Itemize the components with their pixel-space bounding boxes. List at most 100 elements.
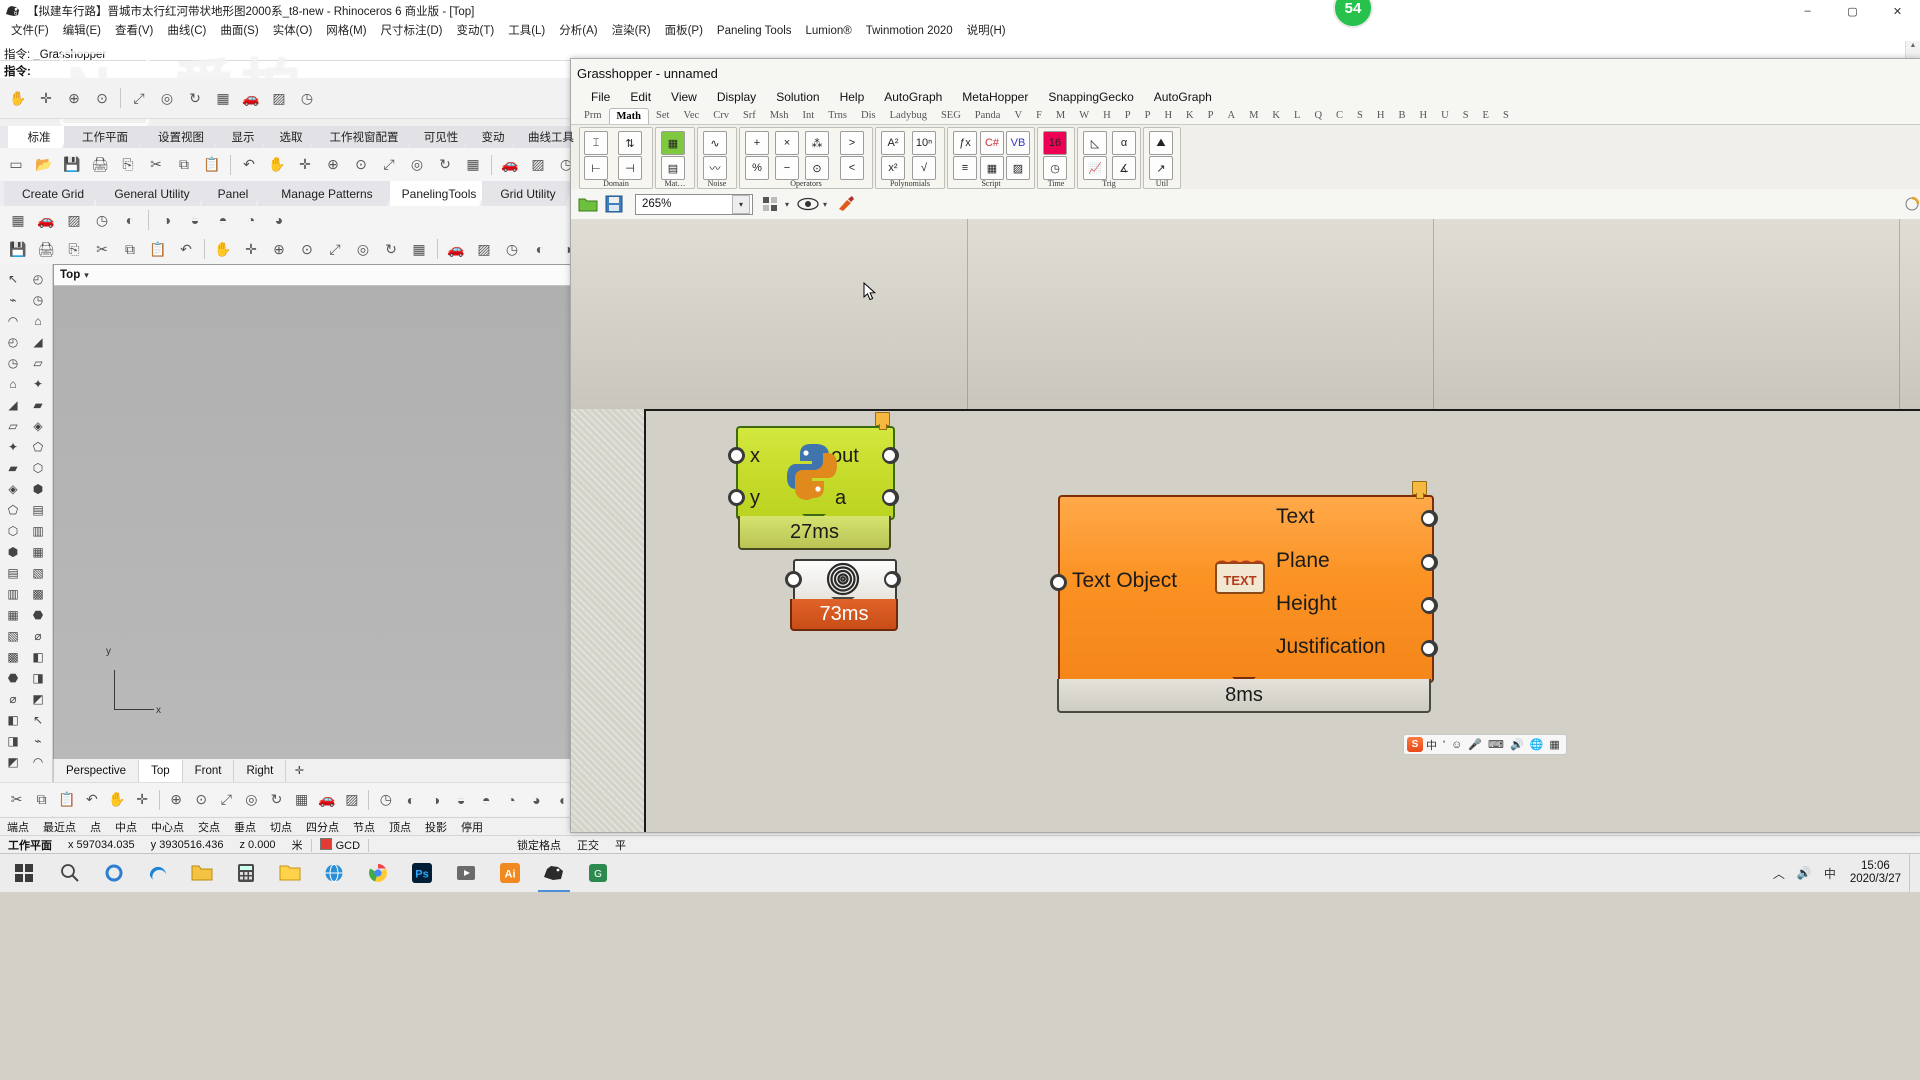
rh-tb2-icon-16[interactable]: ▦: [461, 153, 485, 177]
rh-tb2-icon-18[interactable]: ▨: [526, 153, 550, 177]
gh-tab-Prm-0[interactable]: Prm: [577, 108, 609, 124]
left-toolbar-ltbA-icon-6[interactable]: ◢: [2, 394, 24, 415]
python-script-component[interactable]: x y out a 27ms: [728, 412, 899, 550]
output-port-plane[interactable]: [1421, 554, 1438, 571]
gh-tab-Ladybug-10[interactable]: Ladybug: [883, 108, 934, 124]
rh-tb5-icon-20[interactable]: ◕: [526, 788, 547, 812]
fit-view-icon[interactable]: [759, 193, 781, 215]
rh-tb5-icon-16[interactable]: ◑: [426, 788, 447, 812]
rhino-tab-0[interactable]: 标准: [8, 126, 70, 148]
paint-preview-icon[interactable]: [835, 193, 857, 215]
rh-tb2-icon-6[interactable]: ⧉: [172, 153, 196, 177]
rh-tb2-icon-4[interactable]: ⎘: [116, 153, 140, 177]
rh-tb3-icon-5[interactable]: ◑: [155, 208, 179, 232]
rh-tb2-icon-1[interactable]: 📂: [32, 153, 56, 177]
gh-menu-9[interactable]: AutoGraph: [1144, 90, 1222, 104]
viewport-tab-0[interactable]: Perspective: [54, 759, 140, 782]
gh-tab-SEG-11[interactable]: SEG: [934, 108, 968, 124]
left-toolbar-ltbA-icon-11[interactable]: ⬠: [2, 499, 24, 520]
minimize-button[interactable]: –: [1785, 0, 1830, 22]
rh-tb4-icon-8[interactable]: ✛: [239, 237, 263, 261]
left-toolbar-ltbA-icon-18[interactable]: ▩: [2, 646, 24, 667]
rh-tb3-icon-3[interactable]: ◷: [90, 208, 114, 232]
rh-tb2-icon-7[interactable]: 📋: [200, 153, 224, 177]
left-toolbar-ltbA-icon-15[interactable]: ▥: [2, 583, 24, 604]
left-toolbar-ltbB-icon-20[interactable]: ◩: [27, 688, 49, 709]
gh-menu-8[interactable]: SnappingGecko: [1038, 90, 1143, 104]
rh-tb3-icon-9[interactable]: ◕: [267, 208, 291, 232]
zoom-level-combobox[interactable]: 265% ▾: [635, 193, 753, 215]
rh-tb5-icon-15[interactable]: ◐: [400, 788, 421, 812]
osnap-2[interactable]: 点: [83, 819, 108, 835]
ribbon-group-1-button-1[interactable]: ▤: [661, 156, 685, 180]
rhino-menu-7[interactable]: 尺寸标注(D): [374, 22, 450, 41]
left-toolbar-ltbA-icon-19[interactable]: ⬣: [2, 667, 24, 688]
edge-icon[interactable]: [136, 854, 180, 892]
left-toolbar-ltbA-icon-1[interactable]: ⌁: [2, 289, 24, 310]
paneling-tab-4[interactable]: PanelingTools: [390, 181, 488, 206]
rh-tb3-icon-2[interactable]: ▨: [62, 208, 86, 232]
gh-tab-S-29[interactable]: S: [1350, 108, 1370, 124]
ribbon-group-4-button-1[interactable]: 10ⁿ: [912, 131, 936, 155]
rh-tb4-icon-13[interactable]: ↻: [379, 237, 403, 261]
osnap-9[interactable]: 节点: [346, 819, 382, 835]
left-toolbar-ltbA-icon-12[interactable]: ⬡: [2, 520, 24, 541]
gh-tab-K-25[interactable]: K: [1265, 108, 1287, 124]
gh-tab-L-26[interactable]: L: [1287, 108, 1307, 124]
app-icon[interactable]: G: [576, 854, 620, 892]
rh-tb1-icon-9[interactable]: ▨: [267, 86, 291, 110]
component-warning-flag-icon[interactable]: [875, 412, 890, 430]
gh-tab-P-18[interactable]: P: [1118, 108, 1138, 124]
maximize-button[interactable]: ▢: [1830, 0, 1875, 22]
osnap-12[interactable]: 停用: [454, 819, 490, 835]
ribbon-group-2-button-0[interactable]: ∿: [703, 131, 727, 155]
output-port-a[interactable]: [882, 489, 899, 506]
gh-tab-M-15[interactable]: M: [1049, 108, 1072, 124]
gh-tab-Q-27[interactable]: Q: [1307, 108, 1329, 124]
gh-tab-Crv-4[interactable]: Crv: [706, 108, 736, 124]
rh-tb5-icon-13[interactable]: ▨: [341, 788, 362, 812]
ribbon-group-5-button-3[interactable]: ≡: [953, 156, 977, 180]
viewport-tab-2[interactable]: Front: [183, 759, 235, 782]
rhino-menu-12[interactable]: 面板(P): [658, 22, 710, 41]
input-port-x[interactable]: [728, 447, 745, 464]
scroll-up-icon[interactable]: ▲: [1906, 41, 1920, 51]
output-port-out[interactable]: [882, 447, 899, 464]
left-toolbar-ltbB-icon-19[interactable]: ◨: [27, 667, 49, 688]
gh-tab-Trns-8[interactable]: Trns: [821, 108, 854, 124]
gh-tab-P-19[interactable]: P: [1138, 108, 1158, 124]
gh-tab-K-21[interactable]: K: [1179, 108, 1201, 124]
left-toolbar-ltbA-icon-4[interactable]: ◷: [2, 352, 24, 373]
text-object-component[interactable]: Text Object Text Plane Height Justificat…: [1050, 481, 1438, 713]
rh-tb5-icon-0[interactable]: ✂: [6, 788, 27, 812]
left-toolbar-ltbB-icon-12[interactable]: ▥: [27, 520, 49, 541]
osnap-10[interactable]: 顶点: [382, 819, 418, 835]
rh-tb2-icon-11[interactable]: ⊕: [321, 153, 345, 177]
gh-tab-Msh-6[interactable]: Msh: [763, 108, 796, 124]
preview-eye-icon[interactable]: [797, 193, 819, 215]
left-toolbar-ltbA-icon-22[interactable]: ◨: [2, 730, 24, 751]
gh-tab-H-30[interactable]: H: [1370, 108, 1392, 124]
left-toolbar-ltbB-icon-9[interactable]: ⬡: [27, 457, 49, 478]
left-toolbar-ltbA-icon-13[interactable]: ⬢: [2, 541, 24, 562]
gh-tab-Int-7[interactable]: Int: [795, 108, 821, 124]
rh-tb3-icon-0[interactable]: ▦: [6, 208, 30, 232]
rh-tb4-icon-9[interactable]: ⊕: [267, 237, 291, 261]
ribbon-group-5-button-0[interactable]: ƒx: [953, 131, 977, 155]
rh-tb4-icon-16[interactable]: ▨: [472, 237, 496, 261]
gh-menu-0[interactable]: File: [581, 90, 620, 104]
spiral-output-port[interactable]: [884, 571, 901, 588]
rhino-menu-3[interactable]: 曲线(C): [160, 22, 213, 41]
rh-tb5-icon-8[interactable]: ⤢: [216, 788, 237, 812]
ime-voice-icon[interactable]: 🎤: [1465, 738, 1485, 751]
ribbon-group-3-button-5[interactable]: −: [775, 156, 799, 180]
gh-menu-6[interactable]: AutoGraph: [874, 90, 952, 104]
rhino-tab-4[interactable]: 选取: [264, 126, 318, 148]
rh-tb2-icon-12[interactable]: ⊙: [349, 153, 373, 177]
status-gridlock[interactable]: 锁定格点: [509, 837, 569, 853]
left-toolbar-ltbA-icon-0[interactable]: ↖: [2, 268, 24, 289]
spiral-component[interactable]: 73ms: [785, 559, 901, 631]
rh-tb4-icon-18[interactable]: ◐: [528, 237, 552, 261]
output-port-height[interactable]: [1421, 597, 1438, 614]
left-toolbar-ltbB-icon-10[interactable]: ⬢: [27, 478, 49, 499]
